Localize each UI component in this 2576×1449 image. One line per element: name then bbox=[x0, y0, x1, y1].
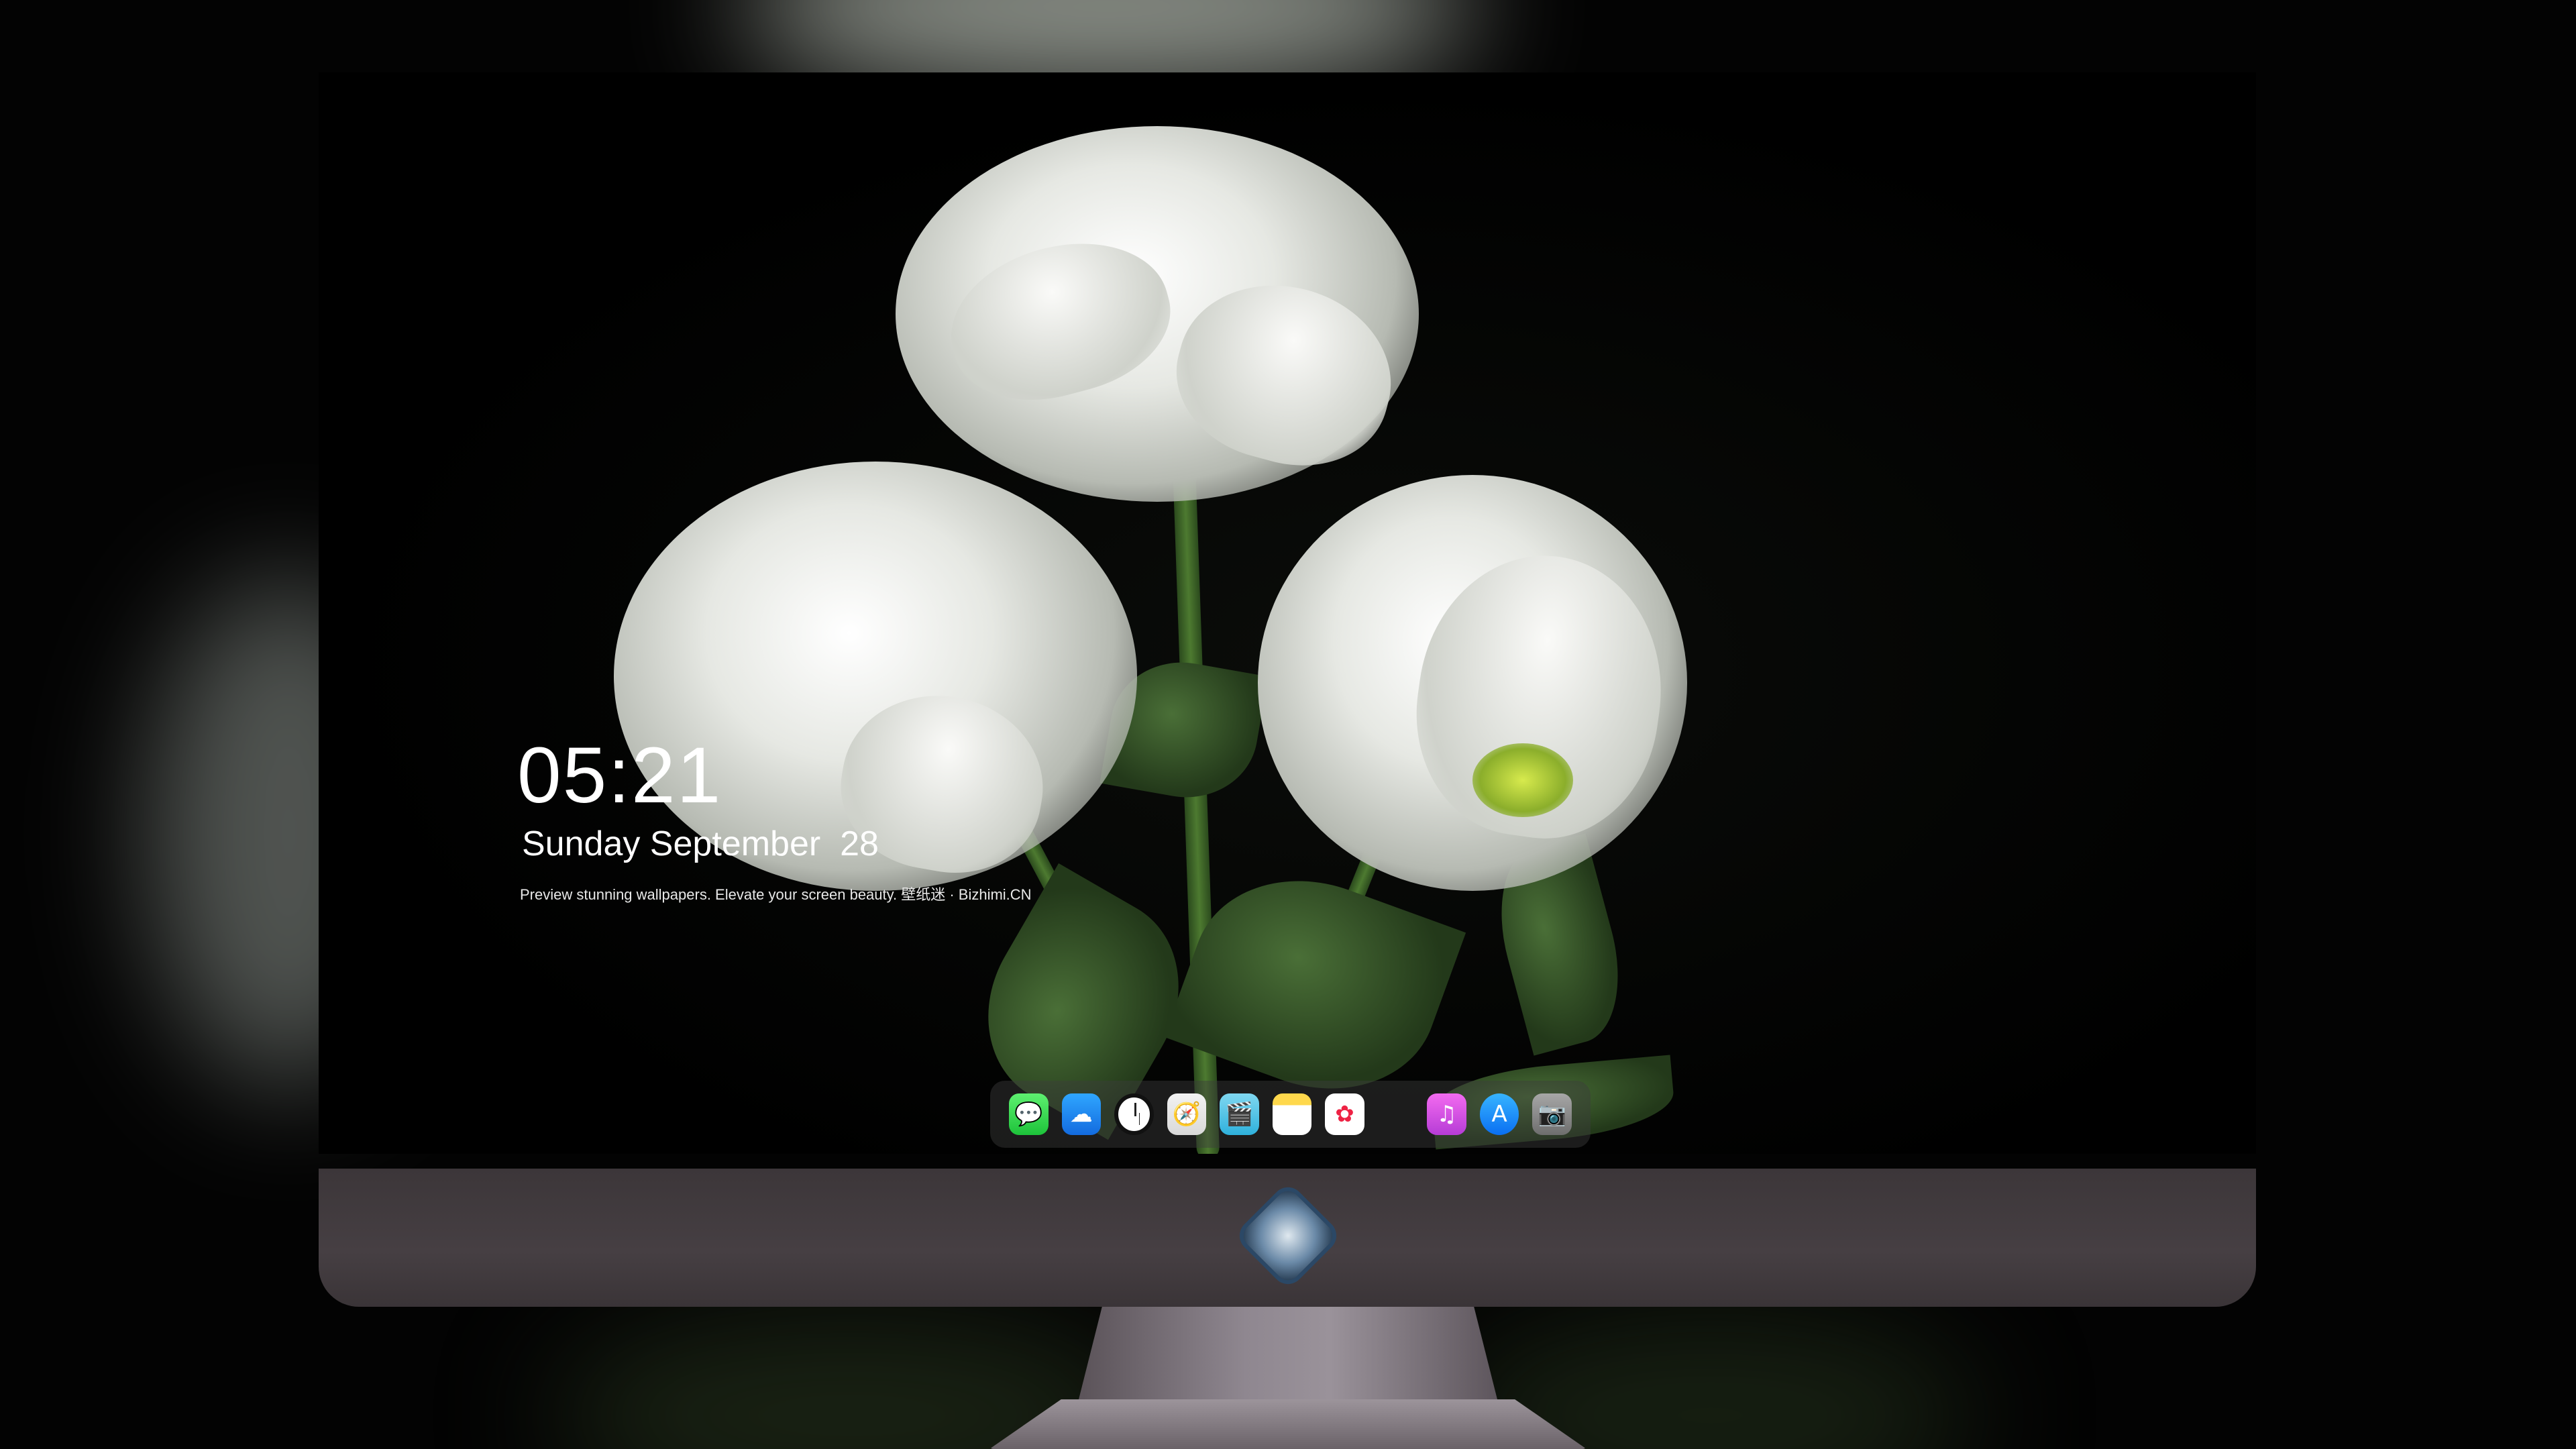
wallpaper bbox=[319, 72, 2256, 1154]
app-store-icon[interactable]: A bbox=[1479, 1093, 1519, 1135]
wallpaper-tagline: Preview stunning wallpapers. Elevate you… bbox=[520, 886, 1032, 903]
safari-icon[interactable]: 🧭 bbox=[1167, 1093, 1207, 1135]
notes-icon[interactable] bbox=[1272, 1093, 1312, 1135]
clock-icon[interactable] bbox=[1114, 1093, 1154, 1135]
music-icon[interactable]: ♫ bbox=[1427, 1093, 1466, 1135]
lock-screen-time: 05:21 bbox=[517, 731, 722, 820]
photos-icon[interactable]: ✿ bbox=[1325, 1093, 1364, 1135]
monitor-screen: 05:21 Sunday September 28 Preview stunni… bbox=[319, 72, 2256, 1154]
camera-icon[interactable]: 📷 bbox=[1532, 1093, 1572, 1135]
messages-icon[interactable]: 💬 bbox=[1009, 1093, 1049, 1135]
dock: 💬 ☁ 🧭 🎬 ✿ ♫ A 📷 bbox=[990, 1081, 1591, 1148]
flower-base bbox=[1472, 743, 1573, 817]
lock-screen-date: Sunday September 28 bbox=[522, 824, 879, 863]
monitor-stand-foot bbox=[989, 1399, 1587, 1449]
video-icon[interactable]: 🎬 bbox=[1220, 1093, 1259, 1135]
monitor-stand-neck bbox=[1077, 1307, 1499, 1407]
weather-icon[interactable]: ☁ bbox=[1061, 1093, 1102, 1135]
